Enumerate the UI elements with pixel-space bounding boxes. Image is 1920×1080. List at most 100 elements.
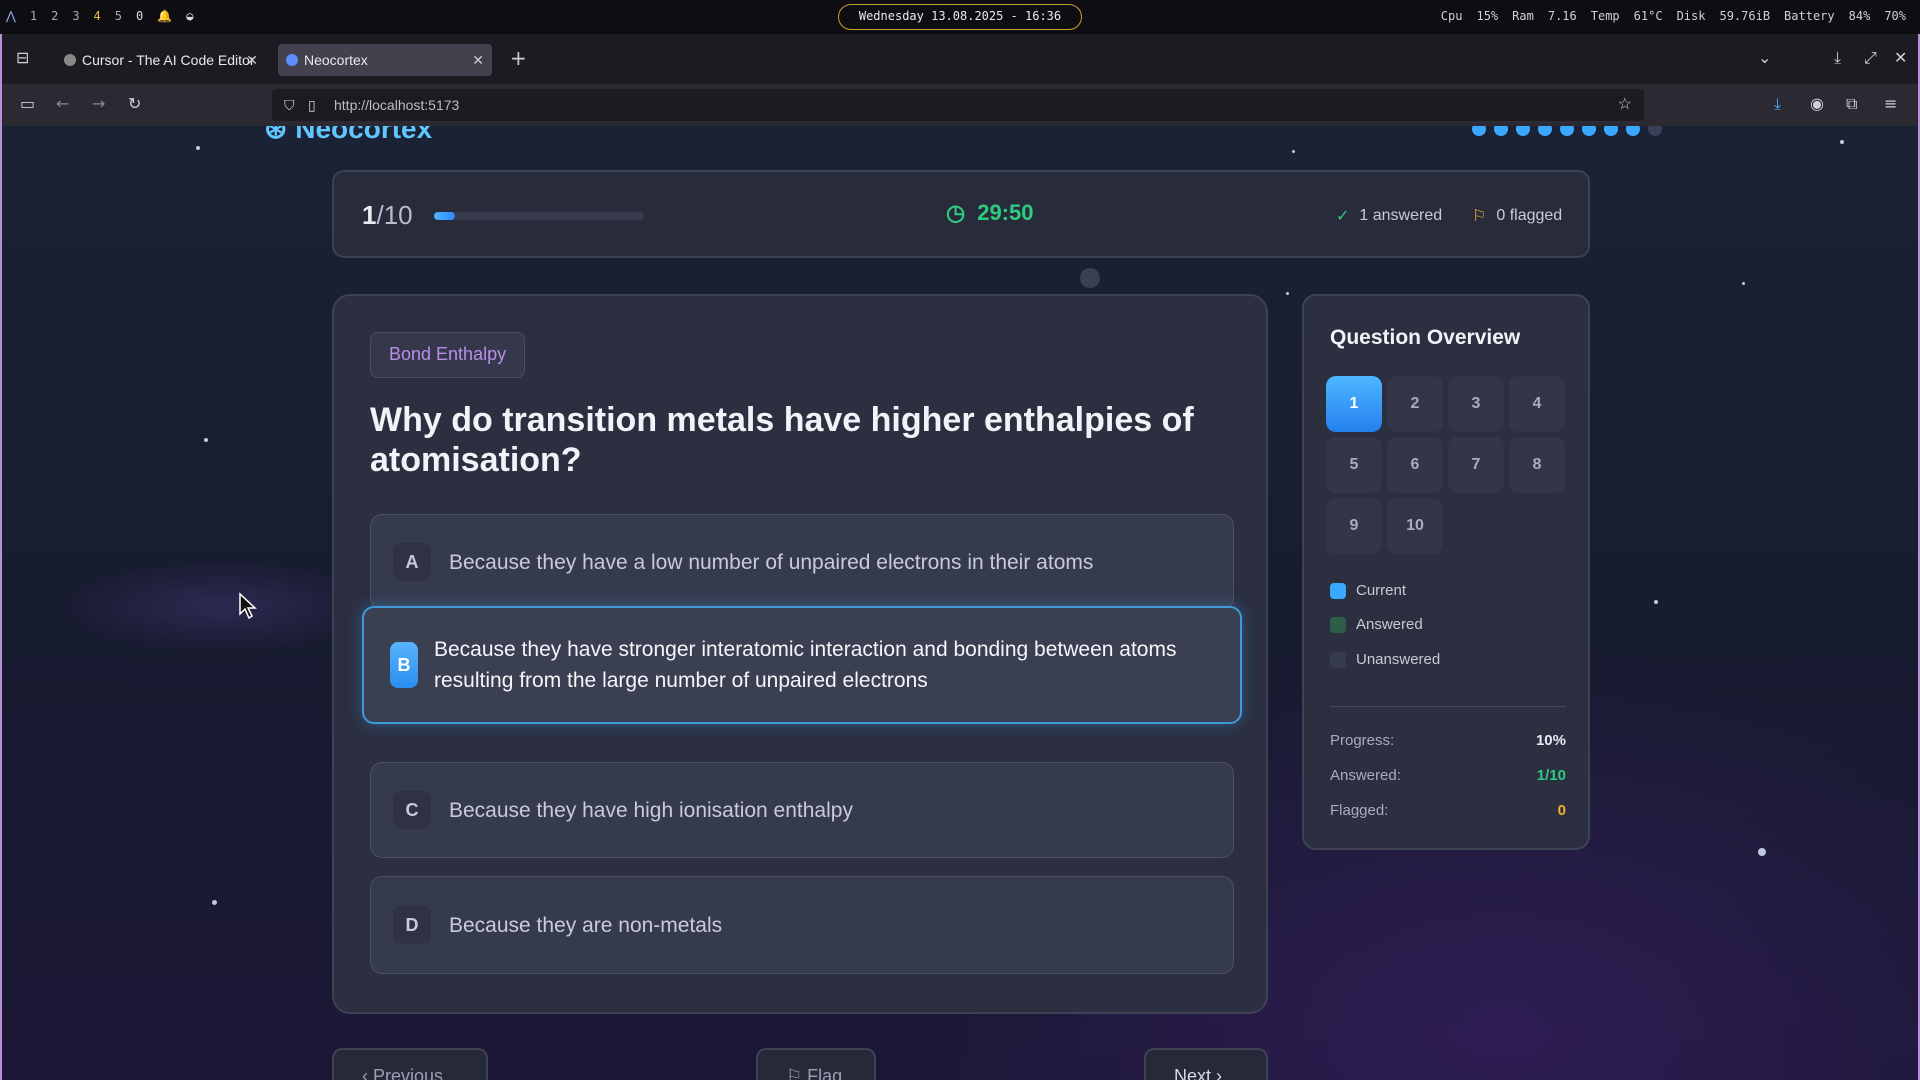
url-bar[interactable]: ⛉ ▯ http://localhost:5173 ☆	[272, 89, 1644, 121]
legend-answered: Answered	[1330, 616, 1423, 633]
legend-swatch	[1330, 651, 1346, 668]
question-cell-1[interactable]: 1	[1326, 376, 1382, 432]
account-icon[interactable]: ◉	[1810, 94, 1824, 113]
flag-icon: ⚐	[1472, 208, 1487, 225]
battery-value: 84%	[1848, 9, 1871, 23]
legend-swatch	[1330, 582, 1346, 599]
notification-count[interactable]: 0	[136, 9, 143, 23]
answered-label: Answered:	[1330, 767, 1401, 784]
ram-value: 7.16	[1547, 9, 1577, 23]
close-window-icon[interactable]: ✕	[1894, 48, 1907, 67]
disk-label: Disk	[1676, 9, 1706, 23]
flagged-text: 0 flagged	[1496, 207, 1563, 224]
reload-icon[interactable]: ↻	[128, 94, 141, 113]
battery-label: Battery	[1784, 9, 1835, 23]
workspace-2[interactable]: 2	[51, 9, 58, 23]
menu-icon[interactable]: ≡	[1884, 94, 1897, 113]
tab-neocortex[interactable]: Neocortex ✕	[278, 44, 492, 76]
brand-logo[interactable]: ⊛ Neocortex	[264, 126, 432, 145]
progress-bar-fill	[434, 212, 455, 220]
question-cell-7[interactable]: 7	[1448, 437, 1504, 493]
back-icon[interactable]: ←	[56, 94, 69, 113]
download-icon[interactable]: ⤓	[1834, 48, 1841, 68]
option-a[interactable]: A Because they have a low number of unpa…	[370, 514, 1234, 610]
legend-current: Current	[1330, 582, 1406, 599]
question-index: 1	[362, 200, 377, 230]
option-letter: C	[393, 791, 431, 829]
topic-badge: Bond Enthalpy	[370, 332, 526, 378]
question-overview-panel: Question Overview 1 2 3 4 5 6 7 8 9 10 C…	[1302, 294, 1590, 850]
new-tab-icon[interactable]: +	[510, 46, 527, 70]
flagged-row: Flagged: 0	[1330, 802, 1566, 819]
question-cell-3[interactable]: 3	[1448, 376, 1504, 432]
option-letter: B	[390, 642, 418, 688]
forward-icon[interactable]: →	[92, 94, 105, 113]
option-b[interactable]: B Because they have stronger interatomic…	[362, 606, 1242, 724]
tab-overview-icon[interactable]: ⊟	[16, 48, 29, 67]
extensions-icon[interactable]: ⧉	[1846, 94, 1857, 114]
option-letter: D	[393, 906, 431, 944]
progress-dots	[1472, 126, 1662, 136]
flagged-stat: ⚐ 0 flagged	[1472, 206, 1562, 226]
next-button[interactable]: Next ›	[1144, 1048, 1268, 1080]
chevron-right-icon: ›	[1216, 1066, 1223, 1080]
chevron-left-icon: ‹	[362, 1066, 368, 1080]
divider	[1330, 706, 1566, 707]
question-cell-9[interactable]: 9	[1326, 498, 1382, 554]
close-tab-icon[interactable]: ✕	[246, 44, 258, 76]
workspace-3[interactable]: 3	[72, 9, 79, 23]
cpu-value: 15%	[1476, 9, 1499, 23]
close-tab-icon[interactable]: ✕	[472, 44, 484, 76]
workspace-5[interactable]: 5	[115, 9, 122, 23]
question-counter: 1/10	[362, 200, 413, 231]
cpu-label: Cpu	[1440, 9, 1463, 23]
question-cell-8[interactable]: 8	[1509, 437, 1565, 493]
option-c[interactable]: C Because they have high ionisation enth…	[370, 762, 1234, 858]
question-cell-5[interactable]: 5	[1326, 437, 1382, 493]
clock-icon: ◷	[946, 200, 966, 225]
neocortex-favicon-icon	[286, 54, 298, 66]
wifi-icon[interactable]: ◒	[186, 9, 193, 23]
bookmark-star-icon[interactable]: ☆	[1618, 89, 1632, 121]
question-text: Why do transition metals have higher ent…	[370, 401, 1194, 479]
overview-title: Question Overview	[1330, 326, 1521, 349]
downloads-icon[interactable]: ⤓	[1774, 94, 1781, 114]
question-cell-4[interactable]: 4	[1509, 376, 1565, 432]
launcher-icon[interactable]: ⋀	[6, 9, 16, 23]
flag-icon: ⚐	[786, 1066, 803, 1080]
legend-unanswered: Unanswered	[1330, 651, 1440, 668]
tab-bar: ⊟ Cursor - The AI Code Editor ✕ Neocorte…	[2, 34, 1918, 84]
clock[interactable]: Wednesday 13.08.2025 - 16:36	[838, 4, 1082, 30]
volume-value[interactable]: 70%	[1884, 9, 1906, 23]
question-card: Bond Enthalpy Why do transition metals h…	[332, 294, 1268, 1014]
flagged-label: Flagged:	[1330, 802, 1389, 819]
tab-cursor[interactable]: Cursor - The AI Code Editor ✕	[56, 44, 266, 76]
question-cell-10[interactable]: 10	[1387, 498, 1443, 554]
maximize-icon[interactable]: ⤢	[1864, 48, 1877, 68]
url-text: http://localhost:5173	[334, 97, 460, 113]
option-d[interactable]: D Because they are non-metals	[370, 876, 1234, 974]
timer-value: 29:50	[977, 200, 1034, 225]
question-grid: 1 2 3 4 5 6 7 8 9 10	[1326, 376, 1565, 554]
option-letter: A	[393, 543, 431, 581]
flag-button[interactable]: ⚐ Flag	[756, 1048, 876, 1080]
answered-row: Answered: 1/10	[1330, 767, 1566, 784]
legend-swatch	[1330, 616, 1346, 633]
timer: ◷ 29:50	[946, 200, 1033, 226]
chevron-down-icon[interactable]: ⌄	[1758, 48, 1771, 67]
answered-stat: ✓ 1 answered	[1336, 206, 1442, 226]
workspace-1[interactable]: 1	[30, 9, 37, 23]
system-status-bar: ⋀ 1 2 3 4 5 0 🔔 ◒ Wednesday 13.08.2025 -…	[0, 0, 1920, 34]
bell-icon: 🔔	[157, 9, 173, 23]
question-cell-2[interactable]: 2	[1387, 376, 1443, 432]
page-info-icon[interactable]: ▯	[308, 89, 316, 121]
previous-button[interactable]: ‹ Previous	[332, 1048, 488, 1080]
option-text: Because they are non-metals	[449, 913, 723, 937]
tab-label: Neocortex	[304, 52, 368, 68]
sidebar-icon[interactable]: ▭	[20, 94, 35, 113]
question-cell-6[interactable]: 6	[1387, 437, 1443, 493]
tab-label: Cursor - The AI Code Editor	[82, 52, 255, 68]
disk-value: 59.76iB	[1719, 9, 1771, 23]
shield-icon[interactable]: ⛉	[284, 89, 295, 121]
workspace-4[interactable]: 4	[94, 9, 101, 23]
